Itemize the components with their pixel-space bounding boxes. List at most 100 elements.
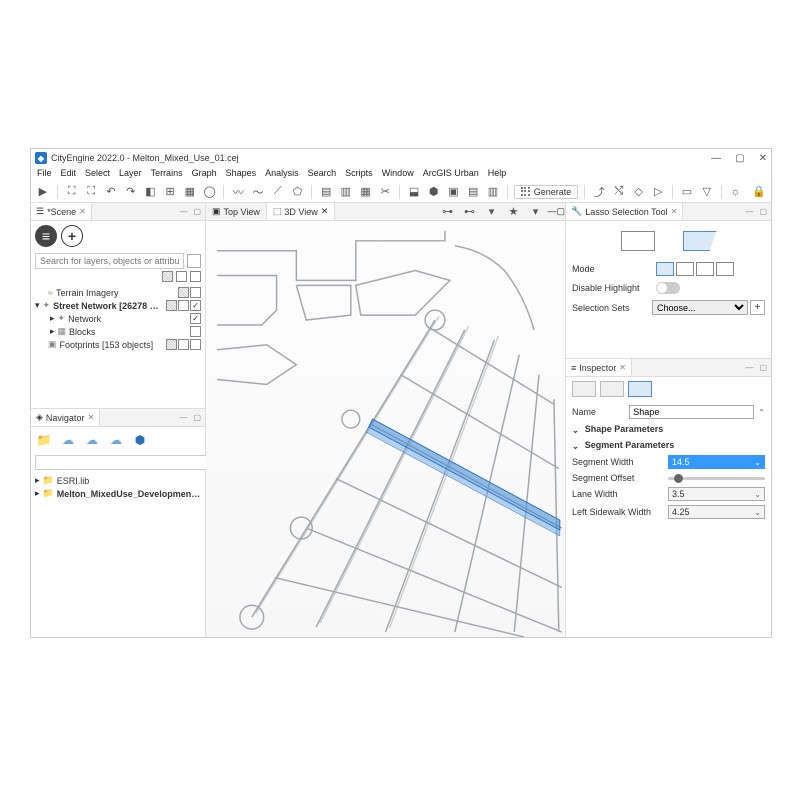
point-icon[interactable]: ◇ bbox=[631, 184, 647, 200]
panel-max-icon[interactable]: ▢ bbox=[193, 413, 201, 422]
left-sidewalk-field[interactable]: 4.25⌄ bbox=[668, 505, 765, 519]
expand-icon[interactable]: ▸ bbox=[50, 313, 55, 324]
scene-search-input[interactable] bbox=[35, 253, 184, 269]
cube-icon[interactable]: ◧ bbox=[143, 184, 159, 200]
cloud-upload-icon[interactable]: ☁ bbox=[59, 431, 77, 449]
frame2-icon[interactable]: ⛶ bbox=[83, 184, 99, 200]
menu-terrains[interactable]: Terrains bbox=[151, 168, 183, 178]
expand-icon[interactable]: ▸ bbox=[35, 475, 40, 486]
panel-max-icon[interactable]: ▢ bbox=[759, 207, 767, 216]
add-layer-button[interactable]: + bbox=[61, 225, 83, 247]
layers-stack-button[interactable]: ≡ bbox=[35, 225, 57, 247]
add-selection-set-button[interactable]: + bbox=[750, 300, 765, 315]
tab-3d-view[interactable]: ⬚3D View✕ bbox=[267, 203, 335, 220]
segment-offset-slider[interactable] bbox=[668, 477, 765, 480]
lasso-select-button[interactable] bbox=[683, 231, 717, 251]
extrude-icon[interactable]: ⬓ bbox=[406, 184, 422, 200]
globe-icon[interactable]: ◯ bbox=[202, 184, 218, 200]
curve1-icon[interactable]: 〰 bbox=[230, 184, 246, 200]
segment-width-field[interactable]: 14.5⌄ bbox=[668, 455, 765, 469]
tree-row-network[interactable]: ▸✦Network bbox=[31, 312, 205, 325]
ruler-icon[interactable]: ▭ bbox=[679, 184, 695, 200]
building4-icon[interactable]: ▥ bbox=[485, 184, 501, 200]
cloud-icon[interactable]: ☁ bbox=[107, 431, 125, 449]
expand-icon[interactable]: ▸ bbox=[35, 488, 40, 499]
tab-lasso-tool[interactable]: 🔧 Lasso Selection Tool ✕ bbox=[566, 203, 683, 220]
segment-params-header[interactable]: Segment Parameters bbox=[572, 437, 765, 453]
expand-icon[interactable]: ▸ bbox=[50, 326, 55, 337]
building3-icon[interactable]: ▤ bbox=[465, 184, 481, 200]
road3-icon[interactable]: ▦ bbox=[358, 184, 374, 200]
menu-arcgis-urban[interactable]: ArcGIS Urban bbox=[423, 168, 479, 178]
close-tab-icon[interactable]: ✕ bbox=[671, 207, 678, 216]
nav-filter-input[interactable] bbox=[35, 455, 214, 470]
align-icon[interactable]: ⊞ bbox=[162, 184, 178, 200]
panel-min-icon[interactable]: — bbox=[179, 413, 187, 422]
menu-graph[interactable]: Graph bbox=[192, 168, 217, 178]
menu-file[interactable]: File bbox=[37, 168, 52, 178]
mode-subtract-button[interactable] bbox=[696, 262, 714, 276]
menu-shapes[interactable]: Shapes bbox=[226, 168, 257, 178]
menu-edit[interactable]: Edit bbox=[61, 168, 77, 178]
grid-icon[interactable]: ▦ bbox=[182, 184, 198, 200]
panel-min-icon[interactable]: — bbox=[745, 363, 753, 372]
col-sel-header-icon[interactable] bbox=[190, 271, 201, 282]
name-input[interactable] bbox=[629, 405, 754, 419]
panel-max-icon[interactable]: ▢ bbox=[193, 207, 201, 216]
col-lock-header-icon[interactable] bbox=[176, 271, 187, 282]
maximize-button[interactable]: ▢ bbox=[735, 153, 744, 164]
export1-icon[interactable]: ⤴ bbox=[591, 184, 607, 200]
menu-select[interactable]: Select bbox=[85, 168, 110, 178]
model-icon[interactable]: ⬢ bbox=[131, 431, 149, 449]
nav-item-esri[interactable]: ▸📁ESRI.lib bbox=[31, 474, 205, 487]
lane-width-field[interactable]: 3.5⌄ bbox=[668, 487, 765, 501]
tab-inspector[interactable]: ≡ Inspector ✕ bbox=[566, 359, 632, 376]
panel-max-icon[interactable]: ▢ bbox=[759, 363, 767, 372]
panel-min-icon[interactable]: — bbox=[745, 207, 753, 216]
selection-set-select[interactable]: Choose... bbox=[652, 300, 748, 315]
col-vis-header-icon[interactable] bbox=[162, 271, 173, 282]
view-connect-icon[interactable]: ⊶ bbox=[439, 204, 455, 220]
search-clear-button[interactable] bbox=[187, 254, 201, 268]
mode-add-button[interactable] bbox=[676, 262, 694, 276]
tree-row-footprints[interactable]: ▣Footprints [153 objects] bbox=[31, 338, 205, 351]
clip-icon[interactable]: ✂ bbox=[377, 184, 393, 200]
minimize-button[interactable]: — bbox=[711, 153, 721, 164]
cloud-download-icon[interactable]: ☁ bbox=[83, 431, 101, 449]
redo-icon[interactable]: ↷ bbox=[123, 184, 139, 200]
tree-row-blocks[interactable]: ▸▦Blocks bbox=[31, 325, 205, 338]
sun-icon[interactable]: ☼ bbox=[728, 184, 744, 200]
tag-icon[interactable]: ▽ bbox=[699, 184, 715, 200]
close-tab-icon[interactable]: ✕ bbox=[619, 363, 626, 372]
stepper-icon[interactable]: ⌃ bbox=[758, 408, 765, 417]
expand-icon[interactable]: ▾ bbox=[35, 300, 40, 311]
panel-min-icon[interactable]: — bbox=[179, 207, 187, 216]
nav-item-melton[interactable]: ▸📁Melton_MixedUse_Development_CE_2022 bbox=[31, 487, 205, 500]
menu-layer[interactable]: Layer bbox=[119, 168, 142, 178]
view-more-icon[interactable]: ▾ bbox=[527, 204, 543, 220]
inspector-mode2-button[interactable] bbox=[600, 381, 624, 397]
road1-icon[interactable]: ▤ bbox=[318, 184, 334, 200]
3d-viewport[interactable] bbox=[206, 221, 565, 637]
menu-analysis[interactable]: Analysis bbox=[265, 168, 299, 178]
curve2-icon[interactable]: 〜 bbox=[250, 184, 266, 200]
shuffle-icon[interactable]: ⤭ bbox=[611, 184, 627, 200]
view-wire-icon[interactable]: ⊷ bbox=[461, 204, 477, 220]
poly-icon[interactable]: ⬠ bbox=[290, 184, 306, 200]
mode-intersect-button[interactable] bbox=[716, 262, 734, 276]
menu-help[interactable]: Help bbox=[488, 168, 507, 178]
menu-window[interactable]: Window bbox=[382, 168, 414, 178]
panel-max-icon[interactable]: ▢ bbox=[556, 206, 565, 216]
angle-icon[interactable]: ⟋ bbox=[270, 184, 286, 200]
close-tab-icon[interactable]: ✕ bbox=[321, 206, 329, 217]
inspector-mode3-button[interactable] bbox=[628, 381, 652, 397]
inspector-mode1-button[interactable] bbox=[572, 381, 596, 397]
mode-replace-button[interactable] bbox=[656, 262, 674, 276]
menu-search[interactable]: Search bbox=[308, 168, 337, 178]
folder-icon[interactable]: 📁 bbox=[35, 431, 53, 449]
building2-icon[interactable]: ▣ bbox=[446, 184, 462, 200]
tab-navigator[interactable]: ◈ Navigator ✕ bbox=[31, 409, 100, 426]
road2-icon[interactable]: ▥ bbox=[338, 184, 354, 200]
tree-row-street-network[interactable]: ▾✦Street Network [26278 objects] bbox=[31, 299, 205, 312]
frame-icon[interactable]: ⛶ bbox=[64, 184, 80, 200]
